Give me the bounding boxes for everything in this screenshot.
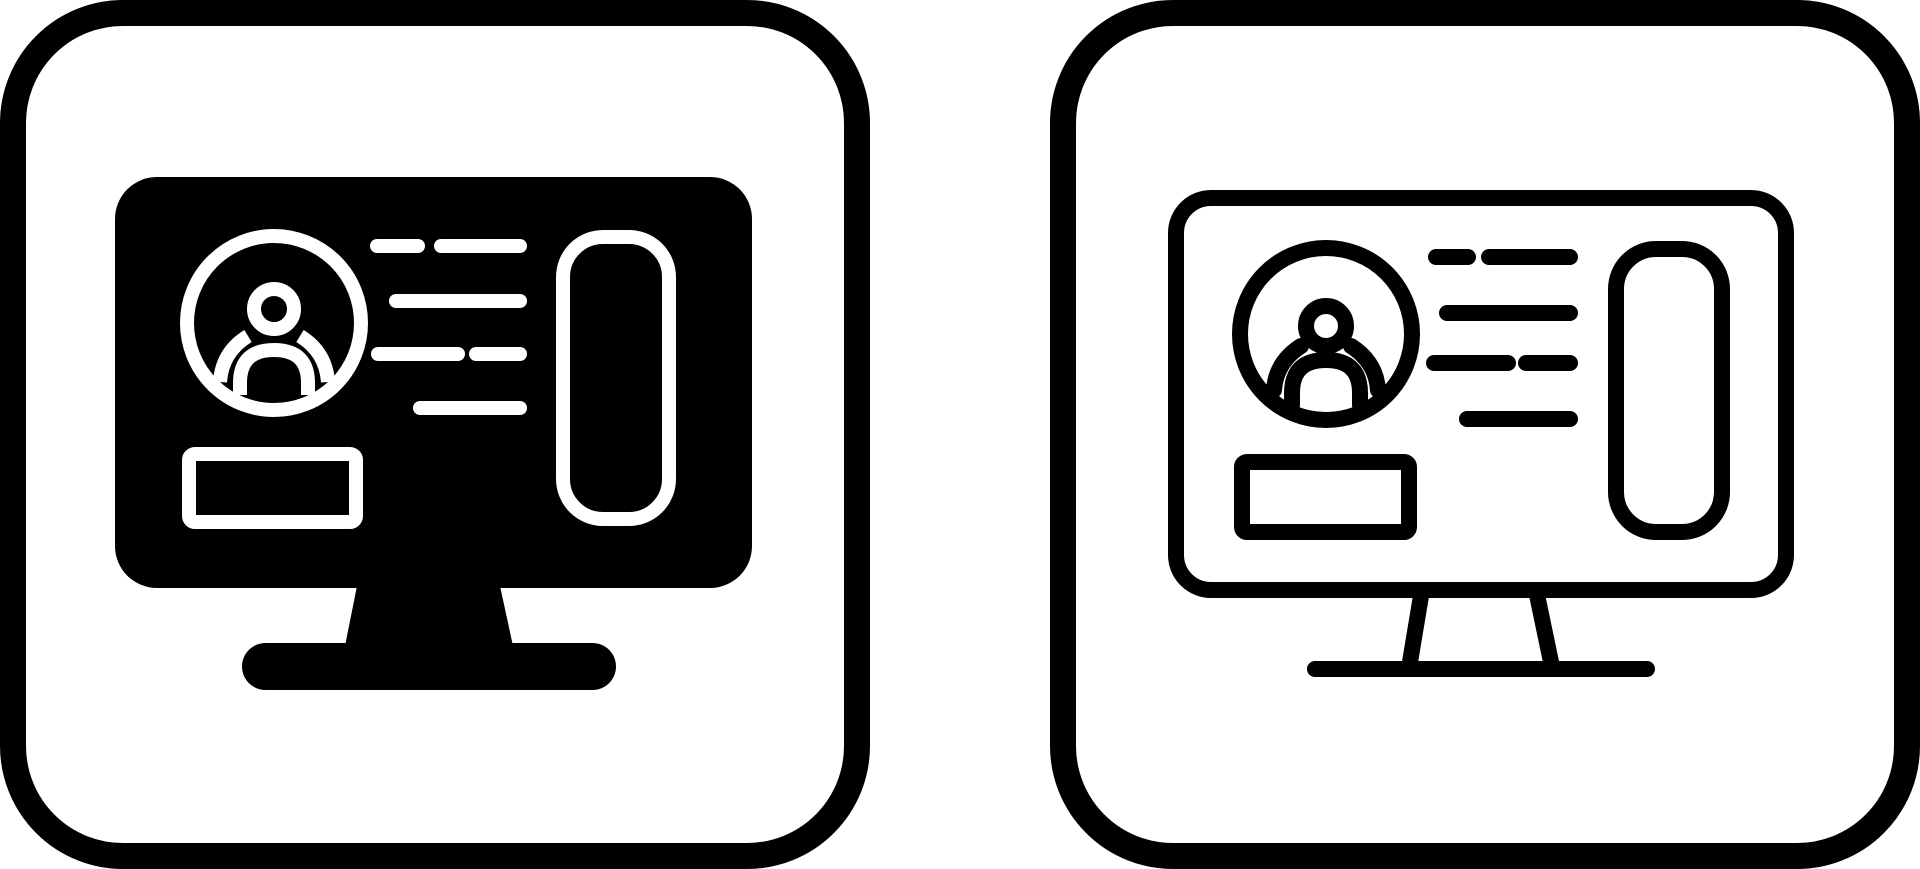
info-lines: [1426, 249, 1578, 427]
monitor-base: [242, 643, 616, 690]
monitor-stand: [1402, 582, 1559, 670]
profile-monitor-outline-icon: [1050, 0, 1920, 869]
profile-monitor-glyph-icon: [0, 0, 870, 869]
side-panel-shape: [1608, 241, 1730, 540]
profile-monitor-outline-tile: [1050, 0, 1920, 869]
avatar-icon: [1232, 240, 1420, 428]
input-field-shape: [1234, 454, 1417, 540]
profile-monitor-glyph-tile: [0, 0, 870, 869]
icon-set-canvas: [0, 0, 1920, 869]
monitor-stand: [345, 586, 513, 646]
